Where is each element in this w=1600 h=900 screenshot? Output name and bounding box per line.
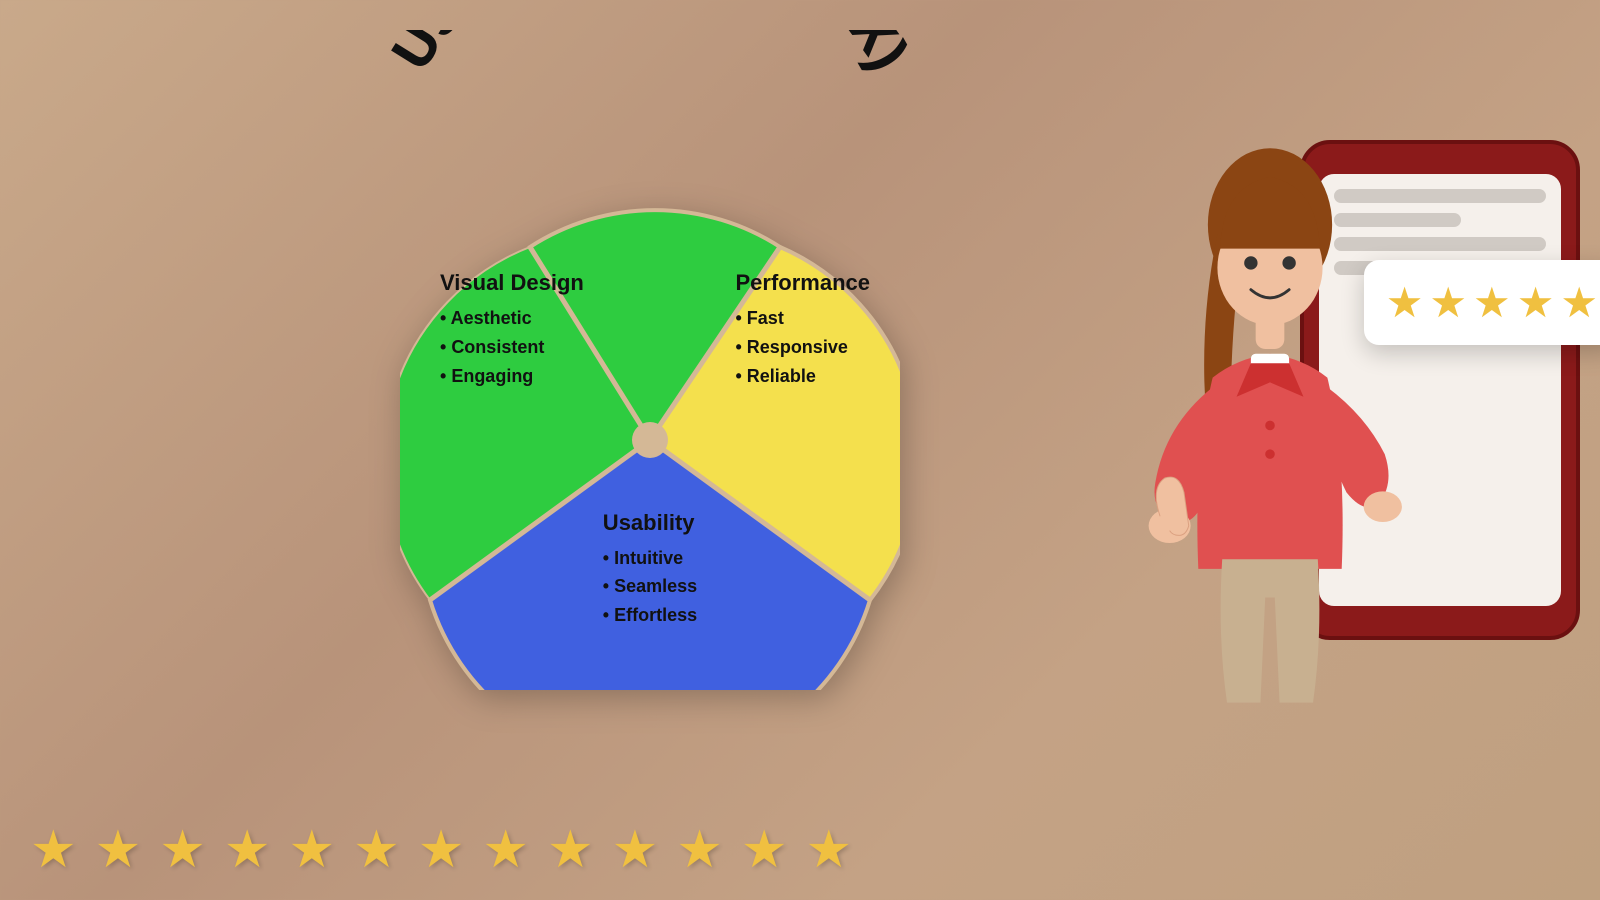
right-illustration: ★ ★ ★ ★ ★ bbox=[1130, 60, 1580, 860]
bottom-star-3: ★ bbox=[159, 820, 206, 880]
rating-star-4: ★ bbox=[1517, 278, 1555, 327]
rating-star-5: ★ bbox=[1560, 278, 1598, 327]
bottom-star-1: ★ bbox=[30, 820, 77, 880]
curved-title-container: User Experience (UX) bbox=[350, 30, 950, 210]
svg-text:User Experience (UX): User Experience (UX) bbox=[380, 30, 921, 79]
person-illustration bbox=[1130, 110, 1410, 760]
bottom-star-2: ★ bbox=[95, 820, 142, 880]
page-title: User Experience (UX) bbox=[380, 30, 921, 79]
rating-star-2: ★ bbox=[1429, 278, 1467, 327]
rating-star-3: ★ bbox=[1473, 278, 1511, 327]
pie-chart-container: Visual Design Aesthetic Consistent Engag… bbox=[400, 190, 900, 690]
main-content: User Experience (UX) bbox=[200, 20, 1100, 880]
